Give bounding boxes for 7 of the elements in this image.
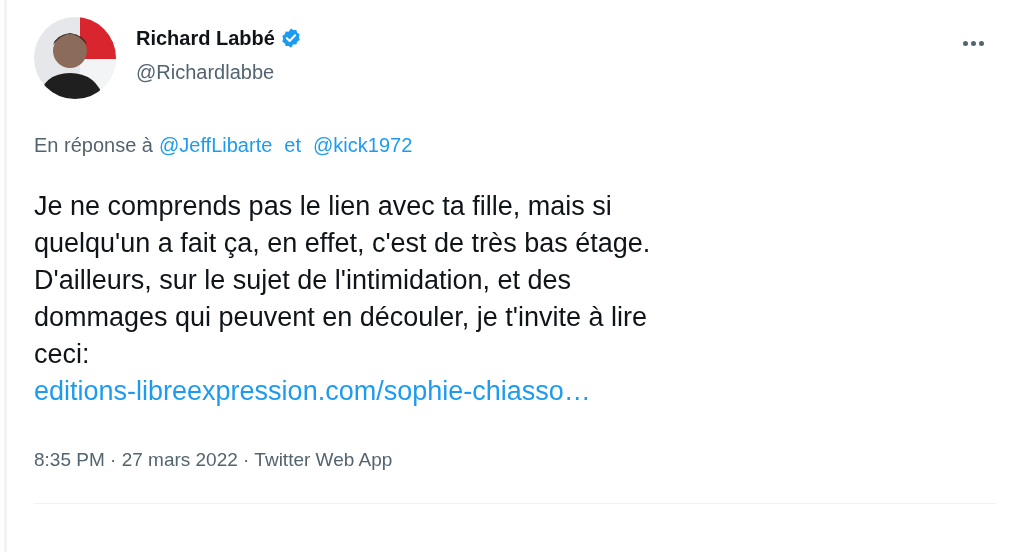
author-name[interactable]: Richard Labbé xyxy=(136,23,275,53)
reply-joiner: et xyxy=(284,133,301,158)
tweet-text: Je ne comprends pas le lien avec ta fille, mais si quelqu'un a fait ça, en effet, c'est de très bas étage. D'ailleurs, sur le sujet de l'intimidation, et des dommages qui peuvent en découler, je t'invite à lire ceci: xyxy=(34,190,652,371)
reply-label: En réponse à xyxy=(34,133,153,158)
tweet-timestamp[interactable]: 8:35 PM · 27 mars 2022 · Twitter Web App xyxy=(34,446,393,475)
more-options-button[interactable] xyxy=(961,39,986,48)
author-handle[interactable]: @Richardlabbe xyxy=(136,57,302,87)
